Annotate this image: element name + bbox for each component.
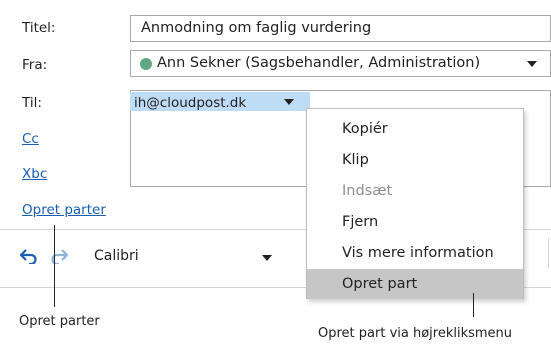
dropdown-arrow-icon[interactable] xyxy=(527,61,537,67)
menu-item-paste: Indsæt xyxy=(342,183,393,199)
from-label: Fra: xyxy=(22,57,48,73)
title-value: Anmodning om faglig vurdering xyxy=(141,20,372,36)
create-parties-link[interactable]: Opret parter xyxy=(22,202,106,218)
recipient-email: ih@cloudpost.dk xyxy=(134,95,247,111)
from-value: Ann Sekner (Sagsbehandler, Administratio… xyxy=(157,55,481,71)
bcc-link[interactable]: Xbc xyxy=(22,166,47,182)
email-compose-form: Titel: Anmodning om faglig vurdering Fra… xyxy=(0,0,551,299)
to-label: Til: xyxy=(22,95,42,111)
status-dot-icon xyxy=(140,58,152,70)
toolbar-separator xyxy=(548,238,549,268)
callout-line-left xyxy=(54,225,55,307)
menu-item-cut[interactable]: Klip xyxy=(307,145,523,175)
recipient-chip[interactable]: ih@cloudpost.dk xyxy=(130,92,310,111)
menu-item-copy[interactable]: Kopiér xyxy=(307,114,523,144)
from-select[interactable]: Ann Sekner (Sagsbehandler, Administratio… xyxy=(130,50,551,77)
callout-left-label: Opret parter xyxy=(19,314,100,329)
menu-item-remove[interactable]: Fjern xyxy=(307,207,523,237)
title-input[interactable]: Anmodning om faglig vurdering xyxy=(130,15,551,42)
undo-icon[interactable] xyxy=(20,248,38,264)
menu-item-create-party[interactable]: Opret part xyxy=(307,269,523,299)
context-menu: Kopiér Klip Indsæt Fjern Vis mere inform… xyxy=(306,108,524,299)
font-name-select[interactable]: Calibri xyxy=(94,248,139,264)
title-label: Titel: xyxy=(22,20,56,36)
callout-line-right xyxy=(473,293,474,317)
menu-item-more-info[interactable]: Vis mere information xyxy=(307,238,523,268)
recipient-dropdown-icon[interactable] xyxy=(284,99,294,105)
redo-icon[interactable] xyxy=(50,248,68,264)
callout-right-label: Opret part via højrekliksmenu xyxy=(318,326,513,341)
cc-link[interactable]: Cc xyxy=(22,131,39,147)
font-dropdown-icon[interactable] xyxy=(262,255,272,261)
